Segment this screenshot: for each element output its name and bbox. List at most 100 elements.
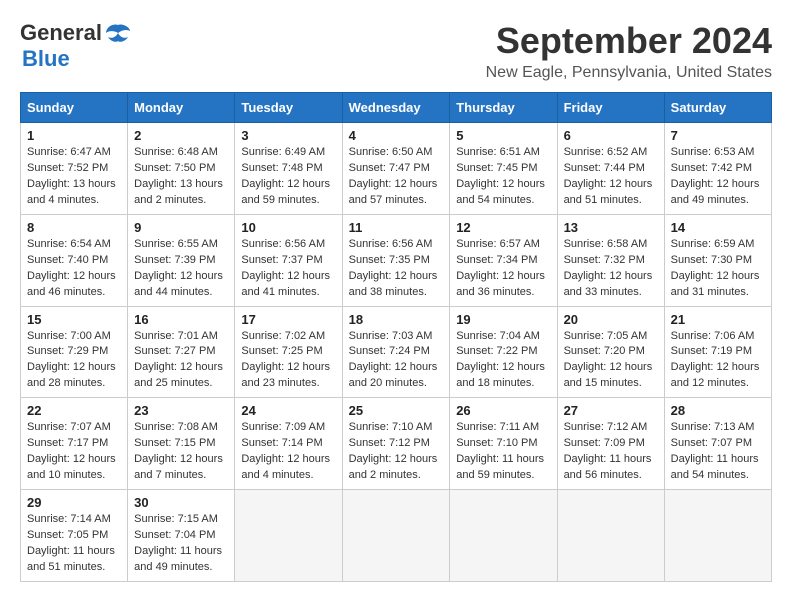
calendar-cell: 12Sunrise: 6:57 AMSunset: 7:34 PMDayligh… [450, 214, 557, 306]
calendar-cell [235, 490, 342, 582]
calendar-cell [664, 490, 771, 582]
day-info: Sunrise: 6:55 AMSunset: 7:39 PMDaylight:… [134, 237, 228, 301]
calendar-cell [342, 490, 450, 582]
calendar-cell: 2 Sunrise: 6:48 AMSunset: 7:50 PMDaylight… [128, 123, 235, 215]
day-number: 29 [27, 495, 121, 510]
day-number: 22 [27, 403, 121, 418]
calendar-cell: 19 Sunrise: 7:04 AMSunset: 7:22 PMDayligh… [450, 306, 557, 398]
calendar-cell: 28Sunrise: 7:13 AMSunset: 7:07 PMDayligh… [664, 398, 771, 490]
day-number: 5 [456, 128, 550, 143]
calendar-cell: 7 Sunrise: 6:53 AMSunset: 7:42 PMDaylight… [664, 123, 771, 215]
calendar-cell: 21 Sunrise: 7:06 AMSunset: 7:19 PMDayligh… [664, 306, 771, 398]
day-number: 4 [349, 128, 444, 143]
header: General Blue September 2024 New Eagle, P… [20, 20, 772, 82]
day-number: 15 [27, 312, 121, 327]
day-info: Sunrise: 7:01 AMSunset: 7:27 PMDaylight:… [134, 329, 228, 393]
day-number: 30 [134, 495, 228, 510]
day-info: Sunrise: 6:59 AMSunset: 7:30 PMDaylight:… [671, 237, 765, 301]
calendar-cell: 18 Sunrise: 7:03 AMSunset: 7:24 PMDayligh… [342, 306, 450, 398]
day-number: 21 [671, 312, 765, 327]
week-row-4: 22 Sunrise: 7:07 AMSunset: 7:17 PMDayligh… [21, 398, 772, 490]
calendar-cell: 8 Sunrise: 6:54 AMSunset: 7:40 PMDaylight… [21, 214, 128, 306]
day-info: Sunrise: 7:05 AMSunset: 7:20 PMDaylight:… [564, 329, 658, 393]
day-number: 26 [456, 403, 550, 418]
day-number: 20 [564, 312, 658, 327]
day-number: 2 [134, 128, 228, 143]
calendar-cell: 26 Sunrise: 7:11 AMSunset: 7:10 PMDayligh… [450, 398, 557, 490]
week-row-3: 15 Sunrise: 7:00 AMSunset: 7:29 PMDayligh… [21, 306, 772, 398]
day-info: Sunrise: 6:56 AMSunset: 7:35 PMDaylight:… [349, 237, 444, 301]
calendar-cell: 15 Sunrise: 7:00 AMSunset: 7:29 PMDayligh… [21, 306, 128, 398]
day-number: 25 [349, 403, 444, 418]
header-day-monday: Monday [128, 93, 235, 123]
title-area: September 2024 New Eagle, Pennsylvania, … [486, 20, 772, 82]
day-info: Sunrise: 7:04 AMSunset: 7:22 PMDaylight:… [456, 329, 550, 393]
calendar-cell: 14 Sunrise: 6:59 AMSunset: 7:30 PMDayligh… [664, 214, 771, 306]
week-row-2: 8 Sunrise: 6:54 AMSunset: 7:40 PMDaylight… [21, 214, 772, 306]
calendar-cell: 4 Sunrise: 6:50 AMSunset: 7:47 PMDaylight… [342, 123, 450, 215]
day-info: Sunrise: 7:07 AMSunset: 7:17 PMDaylight:… [27, 420, 121, 484]
calendar-cell: 9 Sunrise: 6:55 AMSunset: 7:39 PMDaylight… [128, 214, 235, 306]
day-info: Sunrise: 7:06 AMSunset: 7:19 PMDaylight:… [671, 329, 765, 393]
header-day-tuesday: Tuesday [235, 93, 342, 123]
calendar-cell: 3Sunrise: 6:49 AMSunset: 7:48 PMDaylight… [235, 123, 342, 215]
day-number: 19 [456, 312, 550, 327]
day-info: Sunrise: 6:57 AMSunset: 7:34 PMDaylight:… [456, 237, 550, 301]
day-number: 18 [349, 312, 444, 327]
day-number: 14 [671, 220, 765, 235]
day-info: Sunrise: 6:52 AMSunset: 7:44 PMDaylight:… [564, 145, 658, 209]
day-info: Sunrise: 6:50 AMSunset: 7:47 PMDaylight:… [349, 145, 444, 209]
day-info: Sunrise: 7:09 AMSunset: 7:14 PMDaylight:… [241, 420, 335, 484]
calendar-table: SundayMondayTuesdayWednesdayThursdayFrid… [20, 92, 772, 582]
calendar-cell [450, 490, 557, 582]
day-info: Sunrise: 6:51 AMSunset: 7:45 PMDaylight:… [456, 145, 550, 209]
location-title: New Eagle, Pennsylvania, United States [486, 64, 772, 82]
day-info: Sunrise: 7:11 AMSunset: 7:10 PMDaylight:… [456, 420, 550, 484]
calendar-cell: 16Sunrise: 7:01 AMSunset: 7:27 PMDayligh… [128, 306, 235, 398]
calendar-cell: 30Sunrise: 7:15 AMSunset: 7:04 PMDayligh… [128, 490, 235, 582]
logo-text: General [20, 20, 132, 46]
calendar-header: SundayMondayTuesdayWednesdayThursdayFrid… [21, 93, 772, 123]
day-info: Sunrise: 7:03 AMSunset: 7:24 PMDaylight:… [349, 329, 444, 393]
week-row-1: 1 Sunrise: 6:47 AMSunset: 7:52 PMDaylight… [21, 123, 772, 215]
calendar-cell: 6 Sunrise: 6:52 AMSunset: 7:44 PMDaylight… [557, 123, 664, 215]
day-info: Sunrise: 7:02 AMSunset: 7:25 PMDaylight:… [241, 329, 335, 393]
day-number: 9 [134, 220, 228, 235]
day-number: 24 [241, 403, 335, 418]
calendar-cell: 17Sunrise: 7:02 AMSunset: 7:25 PMDayligh… [235, 306, 342, 398]
calendar-cell: 10 Sunrise: 6:56 AMSunset: 7:37 PMDayligh… [235, 214, 342, 306]
day-number: 11 [349, 220, 444, 235]
logo: General Blue [20, 20, 132, 72]
day-number: 6 [564, 128, 658, 143]
header-day-friday: Friday [557, 93, 664, 123]
header-day-sunday: Sunday [21, 93, 128, 123]
calendar-cell: 1 Sunrise: 6:47 AMSunset: 7:52 PMDaylight… [21, 123, 128, 215]
day-info: Sunrise: 6:58 AMSunset: 7:32 PMDaylight:… [564, 237, 658, 301]
day-info: Sunrise: 6:53 AMSunset: 7:42 PMDaylight:… [671, 145, 765, 209]
calendar-cell: 5 Sunrise: 6:51 AMSunset: 7:45 PMDaylight… [450, 123, 557, 215]
day-number: 13 [564, 220, 658, 235]
day-number: 7 [671, 128, 765, 143]
logo-bird-icon [104, 23, 132, 45]
day-info: Sunrise: 7:12 AMSunset: 7:09 PMDaylight:… [564, 420, 658, 484]
day-number: 23 [134, 403, 228, 418]
week-row-5: 29 Sunrise: 7:14 AMSunset: 7:05 PMDayligh… [21, 490, 772, 582]
day-number: 10 [241, 220, 335, 235]
day-number: 1 [27, 128, 121, 143]
logo-blue-text: Blue [22, 46, 70, 71]
day-info: Sunrise: 6:48 AMSunset: 7:50 PMDaylight:… [134, 145, 228, 209]
day-info: Sunrise: 7:14 AMSunset: 7:05 PMDaylight:… [27, 512, 121, 576]
day-info: Sunrise: 6:56 AMSunset: 7:37 PMDaylight:… [241, 237, 335, 301]
header-day-wednesday: Wednesday [342, 93, 450, 123]
header-row: SundayMondayTuesdayWednesdayThursdayFrid… [21, 93, 772, 123]
day-info: Sunrise: 6:49 AMSunset: 7:48 PMDaylight:… [241, 145, 335, 209]
day-info: Sunrise: 6:47 AMSunset: 7:52 PMDaylight:… [27, 145, 121, 209]
calendar-cell: 20 Sunrise: 7:05 AMSunset: 7:20 PMDayligh… [557, 306, 664, 398]
day-info: Sunrise: 7:00 AMSunset: 7:29 PMDaylight:… [27, 329, 121, 393]
calendar-cell: 11 Sunrise: 6:56 AMSunset: 7:35 PMDayligh… [342, 214, 450, 306]
day-info: Sunrise: 6:54 AMSunset: 7:40 PMDaylight:… [27, 237, 121, 301]
calendar-cell: 22 Sunrise: 7:07 AMSunset: 7:17 PMDayligh… [21, 398, 128, 490]
calendar-cell: 24 Sunrise: 7:09 AMSunset: 7:14 PMDayligh… [235, 398, 342, 490]
calendar-cell: 29 Sunrise: 7:14 AMSunset: 7:05 PMDayligh… [21, 490, 128, 582]
day-number: 8 [27, 220, 121, 235]
